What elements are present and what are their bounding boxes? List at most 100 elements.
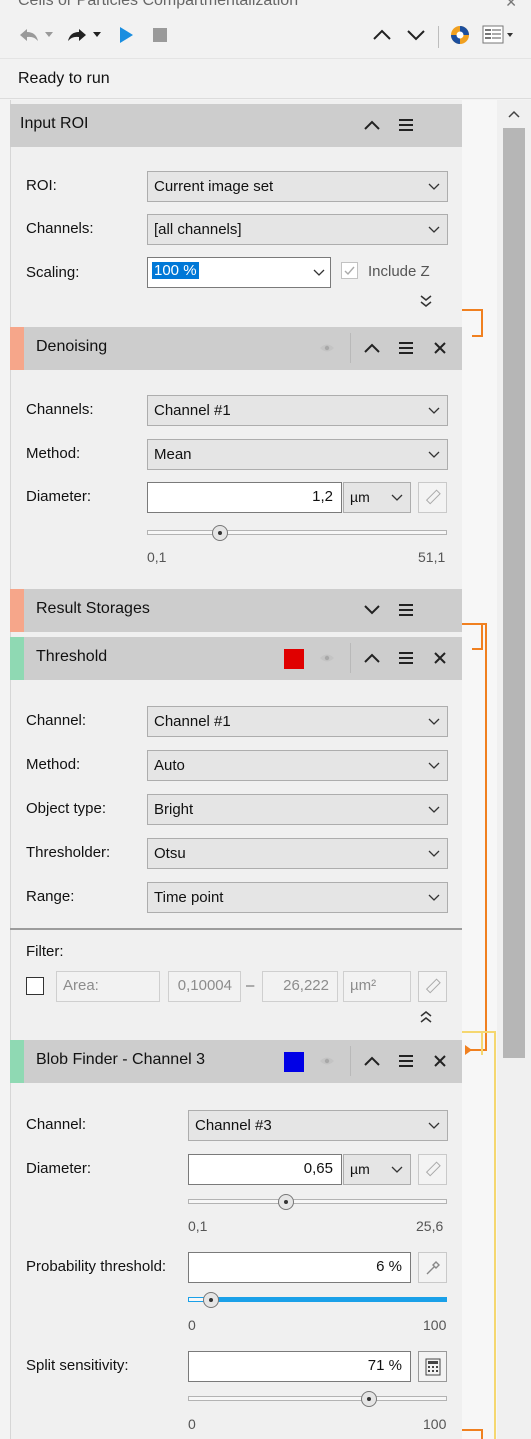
settings-button[interactable] — [446, 22, 474, 48]
stop-button[interactable] — [148, 22, 172, 48]
blob-color-swatch[interactable] — [284, 1052, 304, 1072]
redo-button[interactable] — [64, 22, 90, 48]
run-button[interactable] — [114, 22, 138, 48]
denoise-channels-select[interactable]: Channel #1 — [147, 395, 448, 426]
menu-icon[interactable] — [394, 597, 418, 623]
include-z-checkbox[interactable] — [341, 262, 358, 279]
undo-icon — [20, 29, 38, 41]
slider-knob[interactable] — [212, 525, 228, 541]
calculator-button[interactable] — [418, 1351, 447, 1382]
menu-icon[interactable] — [394, 335, 418, 361]
blob-diameter-slider[interactable] — [188, 1194, 447, 1220]
close-icon[interactable] — [428, 1048, 452, 1074]
channels-label: Channels: — [26, 220, 94, 237]
denoise-method-select[interactable]: Mean — [147, 439, 448, 470]
pick-threshold-button[interactable] — [418, 1252, 447, 1283]
layout-menu-button[interactable] — [480, 22, 516, 48]
filter-area-label: Area: — [63, 977, 99, 994]
redo-dropdown-icon[interactable] — [90, 22, 104, 48]
split-sensitivity-input[interactable]: 71 % — [188, 1351, 411, 1382]
prob-threshold-slider[interactable] — [188, 1292, 447, 1318]
collapse-icon[interactable] — [360, 335, 384, 361]
ruler-icon — [425, 489, 441, 504]
denoising-header[interactable]: Denoising — [10, 327, 462, 370]
expand-icon[interactable] — [360, 597, 384, 623]
vertical-scrollbar[interactable] — [497, 100, 531, 1439]
prob-threshold-input[interactable]: 6 % — [188, 1252, 411, 1283]
input-roi-header[interactable]: Input ROI — [10, 104, 462, 147]
menu-icon[interactable] — [394, 112, 418, 138]
more-options-icon[interactable] — [420, 294, 432, 311]
filter-measure-button[interactable] — [418, 971, 447, 1002]
object-type-select[interactable]: Bright — [147, 794, 448, 825]
input-roi-title: Input ROI — [20, 115, 89, 132]
scaling-combo[interactable]: 100 % — [147, 257, 331, 288]
blob-finder-header[interactable]: Blob Finder - Channel 3 — [10, 1040, 462, 1083]
close-icon[interactable] — [428, 335, 452, 361]
eyedropper-icon — [426, 1260, 440, 1274]
split-sensitivity-slider[interactable] — [188, 1391, 447, 1417]
denoise-diameter-slider[interactable] — [147, 525, 447, 551]
collapse-icon[interactable] — [360, 1048, 384, 1074]
denoise-method-label: Method: — [26, 445, 81, 462]
channels-select-value: [all channels] — [154, 221, 242, 238]
header-separator — [350, 333, 351, 363]
threshold-channel-select[interactable]: Channel #1 — [147, 706, 448, 737]
visibility-eye-icon[interactable] — [315, 645, 339, 671]
channels-select[interactable]: [all channels] — [147, 214, 448, 245]
scroll-up-icon[interactable] — [497, 102, 531, 126]
list-view-icon — [482, 25, 513, 44]
denoise-unit-select[interactable]: µm — [343, 482, 411, 513]
chevron-down-icon — [313, 269, 325, 276]
blob-diameter-min: 0,1 — [188, 1218, 208, 1234]
slider-knob[interactable] — [203, 1292, 219, 1308]
close-icon[interactable] — [428, 645, 452, 671]
blob-measure-button[interactable] — [418, 1154, 447, 1185]
pipeline-scroll-area[interactable]: Input ROI ROI: Current image set Channel… — [0, 100, 531, 1439]
split-sensitivity-value: 71 % — [367, 1357, 402, 1374]
filter-area-checkbox[interactable] — [26, 977, 44, 995]
thresholder-select[interactable]: Otsu — [147, 838, 448, 869]
visibility-eye-icon[interactable] — [315, 335, 339, 361]
slider-knob[interactable] — [278, 1194, 294, 1210]
close-window-icon[interactable]: ✕ — [505, 0, 517, 11]
threshold-header[interactable]: Threshold — [10, 637, 462, 680]
expand-all-button[interactable] — [402, 22, 430, 48]
blob-diameter-max: 25,6 — [416, 1218, 444, 1234]
gear-icon — [451, 26, 469, 44]
fewer-options-icon[interactable] — [420, 1010, 432, 1027]
slider-knob[interactable] — [361, 1391, 377, 1407]
redo-icon — [68, 29, 86, 41]
slider-track — [188, 1396, 447, 1401]
measure-button[interactable] — [418, 482, 447, 513]
scrollbar-thumb[interactable] — [503, 128, 525, 1058]
undo-button[interactable] — [16, 22, 42, 48]
menu-icon[interactable] — [394, 645, 418, 671]
threshold-method-select[interactable]: Auto — [147, 750, 448, 781]
prob-slider-min: 0 — [188, 1317, 196, 1333]
thresholder-value: Otsu — [154, 845, 186, 862]
filter-min-input[interactable]: 0,10004 — [168, 971, 241, 1002]
blob-channel-select[interactable]: Channel #3 — [188, 1110, 448, 1141]
toolbar-separator — [438, 26, 439, 48]
blob-unit-select[interactable]: µm — [343, 1154, 411, 1185]
collapse-icon[interactable] — [360, 112, 384, 138]
roi-select-value: Current image set — [154, 178, 274, 195]
result-storages-header[interactable]: Result Storages — [10, 589, 462, 632]
blob-diameter-input[interactable]: 0,65 — [188, 1154, 342, 1185]
filter-max-input[interactable]: 26,222 — [262, 971, 338, 1002]
undo-dropdown-icon[interactable] — [42, 22, 56, 48]
range-select[interactable]: Time point — [147, 882, 448, 913]
visibility-eye-icon[interactable] — [315, 1048, 339, 1074]
collapse-all-button[interactable] — [368, 22, 396, 48]
toolbar — [0, 14, 531, 59]
blob-finder-title: Blob Finder - Channel 3 — [36, 1051, 205, 1068]
threshold-color-stripe — [10, 637, 24, 680]
threshold-color-swatch[interactable] — [284, 649, 304, 669]
collapse-icon[interactable] — [360, 645, 384, 671]
roi-select[interactable]: Current image set — [147, 171, 448, 202]
denoise-diameter-input[interactable]: 1,2 — [147, 482, 342, 513]
status-bar: Ready to run — [0, 59, 531, 99]
menu-icon[interactable] — [394, 1048, 418, 1074]
scaling-value[interactable]: 100 % — [152, 262, 199, 279]
